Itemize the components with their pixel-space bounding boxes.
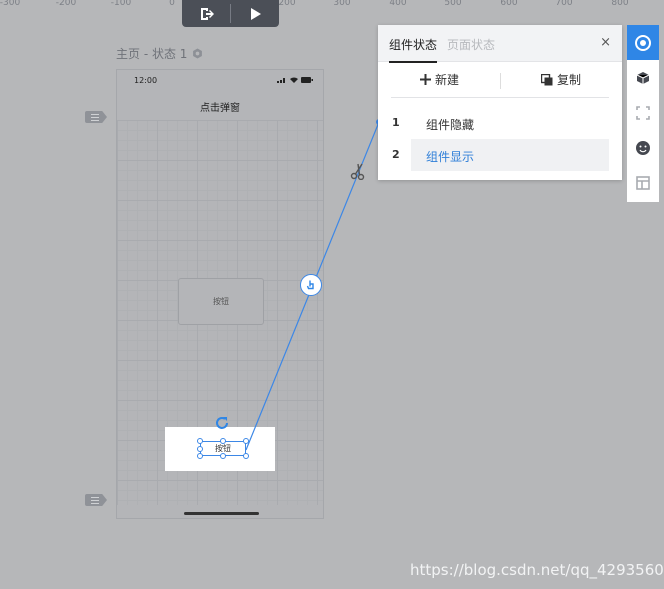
state-number: 1 — [392, 116, 400, 129]
target-icon — [635, 34, 651, 51]
watermark: https://blog.csdn.net/qq_42935600 — [410, 561, 664, 579]
copy-state-label: 复制 — [557, 73, 582, 87]
tap-icon — [306, 280, 314, 290]
state-row[interactable]: 1 组件隐藏 — [378, 107, 622, 139]
state-row-selected[interactable]: 2 组件显示 — [378, 139, 622, 171]
rotate-icon[interactable] — [214, 415, 230, 431]
component-state-panel: 组件状态 页面状态 × 新建 复制 1 组件隐藏 2 组件显示 — [378, 25, 622, 180]
interaction-trigger-button[interactable] — [300, 274, 322, 296]
export-icon — [201, 7, 214, 20]
tab-page-state[interactable]: 页面状态 — [447, 36, 495, 53]
resize-handle[interactable] — [220, 453, 226, 459]
close-icon[interactable]: × — [600, 35, 611, 50]
rightbar-item-layout[interactable] — [627, 165, 659, 200]
plus-icon — [420, 74, 431, 85]
resize-handle[interactable] — [197, 438, 203, 444]
ruler-label: 700 — [555, 0, 573, 8]
ruler: -300 -200 -100 0 100 200 300 400 500 600… — [0, 0, 664, 10]
status-time: 12:00 — [134, 76, 158, 85]
resize-handle[interactable] — [220, 438, 226, 444]
crop-icon — [636, 105, 650, 120]
signal-icon — [277, 78, 285, 83]
ruler-label: 400 — [389, 0, 407, 8]
panel-actions: 新建 复制 — [378, 61, 622, 98]
resize-handle[interactable] — [197, 453, 203, 459]
rightbar-item-crop[interactable] — [627, 95, 659, 130]
actions-separator — [500, 73, 501, 89]
status-icons — [277, 77, 313, 83]
ruler-label: -300 — [0, 0, 21, 8]
ruler-label: 600 — [500, 0, 518, 8]
copy-icon — [541, 73, 553, 85]
resize-handle[interactable] — [197, 446, 203, 452]
rightbar-item-interaction[interactable] — [627, 25, 659, 60]
layout-icon — [636, 175, 650, 190]
ruler-label: 200 — [278, 0, 296, 8]
state-number: 2 — [392, 148, 400, 161]
page-tag-icon[interactable] — [85, 494, 107, 506]
ruler-label: 500 — [444, 0, 462, 8]
ruler-label: 300 — [333, 0, 351, 8]
page-tag-icon[interactable] — [85, 111, 107, 123]
preview-button[interactable] — [231, 0, 279, 27]
ruler-label: -100 — [110, 0, 132, 8]
hidden-button-widget[interactable]: 按钮 — [178, 278, 264, 325]
rightbar-item-emoji[interactable] — [627, 130, 659, 165]
new-state-label: 新建 — [435, 73, 460, 87]
state-label: 组件显示 — [426, 150, 475, 164]
panel-divider — [391, 97, 609, 98]
wifi-icon — [290, 77, 298, 83]
ruler-label: 800 — [611, 0, 629, 8]
ruler-label: 0 — [169, 0, 175, 8]
page-name: 主页 - 状态 1 — [116, 47, 188, 61]
new-state-button[interactable]: 新建 — [420, 71, 459, 88]
state-label: 组件隐藏 — [426, 118, 475, 132]
resize-handle[interactable] — [243, 453, 249, 459]
top-toolbar — [182, 0, 279, 27]
cube-icon — [636, 71, 650, 84]
gear-icon[interactable] — [192, 48, 203, 59]
ruler-label: -200 — [55, 0, 77, 8]
export-button[interactable] — [182, 0, 230, 27]
battery-icon — [301, 77, 313, 83]
resize-handle[interactable] — [243, 438, 249, 444]
page-label[interactable]: 主页 - 状态 1 — [116, 45, 203, 62]
right-sidebar — [627, 25, 659, 202]
tab-component-state[interactable]: 组件状态 — [389, 36, 438, 63]
panel-tabs: 组件状态 页面状态 × — [378, 25, 622, 63]
play-icon — [251, 7, 261, 20]
rightbar-item-component[interactable] — [627, 60, 659, 95]
home-indicator — [184, 512, 259, 515]
nav-title: 点击弹窗 — [200, 103, 240, 114]
scissors-icon[interactable] — [350, 162, 368, 180]
emoji-icon — [636, 140, 650, 155]
copy-state-button[interactable]: 复制 — [541, 71, 581, 88]
